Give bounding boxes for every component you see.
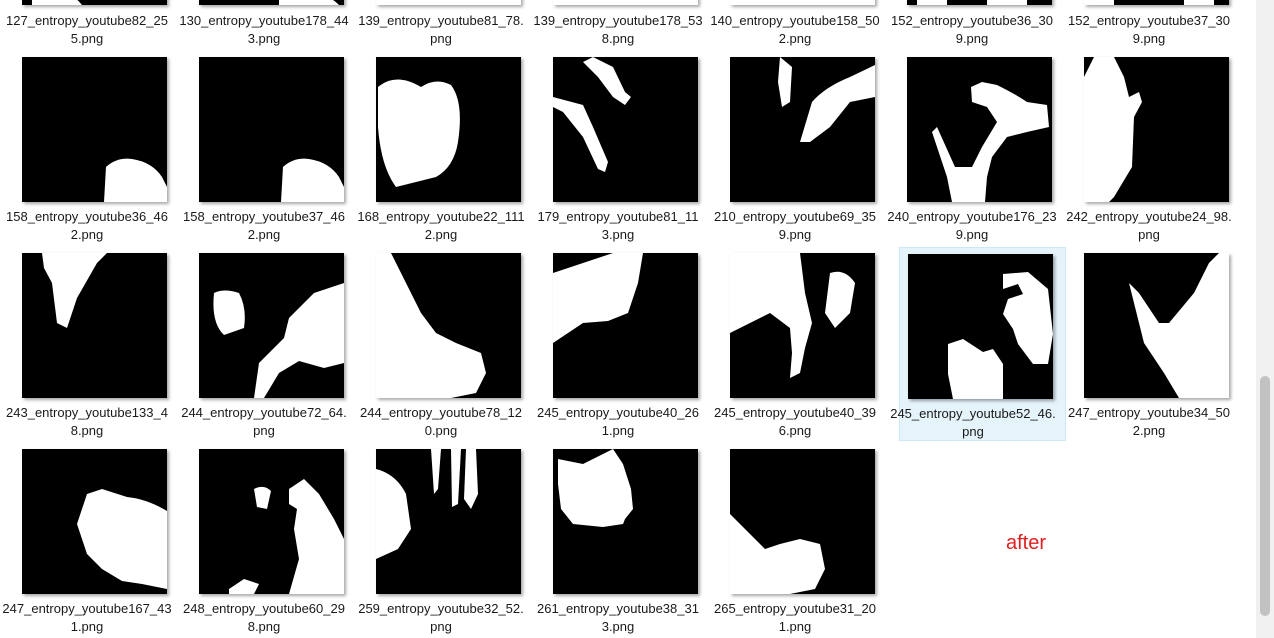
file-name: 168_entropy_youtube22_1112.png [357,209,525,242]
thumbnail [730,253,875,398]
file-item-selected[interactable]: 245_entropy_youtube52_46.png [890,247,1066,441]
file-name: 130_entropy_youtube178_443.png [179,13,349,46]
thumbnail [730,57,875,202]
file-item[interactable]: 179_entropy_youtube81_113.png [531,49,698,243]
thumbnail [22,0,167,5]
file-item[interactable]: 158_entropy_youtube36_462.png [0,49,168,243]
thumbnail [199,449,344,594]
file-name: 158_entropy_youtube37_462.png [183,209,345,242]
thumbnail [907,0,1052,5]
thumbnail [730,0,875,5]
file-name: 245_entropy_youtube40_396.png [714,405,876,438]
file-item[interactable]: 168_entropy_youtube22_1112.png [354,49,525,243]
file-item[interactable]: 242_entropy_youtube24_98.png [1062,49,1232,243]
thumbnail [553,57,698,202]
file-name: 261_entropy_youtube38_313.png [537,601,699,634]
thumbnail [199,0,344,5]
thumbnail [553,449,698,594]
file-item[interactable]: 248_entropy_youtube60_298.png [177,441,345,635]
file-name: 265_entropy_youtube31_201.png [714,601,876,634]
thumbnail [1084,253,1229,398]
file-name: 244_entropy_youtube78_120.png [360,405,522,438]
file-item[interactable]: 245_entropy_youtube40_396.png [708,245,876,439]
file-item[interactable]: 259_entropy_youtube32_52.png [354,441,524,635]
thumbnail [553,253,698,398]
file-name: 139_entropy_youtube81_78.png [358,13,524,46]
thumbnail [908,254,1053,399]
file-item[interactable]: 210_entropy_youtube69_359.png [708,49,876,243]
file-item[interactable]: 243_entropy_youtube133_48.png [0,245,168,439]
thumbnail [376,253,521,398]
file-name: 247_entropy_youtube167_431.png [2,601,172,634]
file-name: 139_entropy_youtube178_538.png [533,13,703,46]
file-name: 245_entropy_youtube40_261.png [537,405,699,438]
thumbnail [376,0,521,5]
file-name: 127_entropy_youtube82_255.png [6,13,168,46]
thumbnail [376,449,521,594]
file-name: 259_entropy_youtube32_52.png [358,601,524,634]
file-name: 243_entropy_youtube133_48.png [6,405,168,438]
file-name: 179_entropy_youtube81_113.png [537,209,699,242]
file-item[interactable]: 245_entropy_youtube40_261.png [531,245,699,439]
file-name: 152_entropy_youtube37_309.png [1068,13,1230,46]
file-name: 140_entropy_youtube158_502.png [710,13,880,46]
file-item[interactable]: 247_entropy_youtube34_502.png [1062,245,1230,439]
file-name: 242_entropy_youtube24_98.png [1066,209,1232,242]
file-name: 152_entropy_youtube36_309.png [891,13,1053,46]
thumbnail [1084,0,1229,5]
file-name: 245_entropy_youtube52_46.png [890,406,1056,439]
thumbnail [199,57,344,202]
file-name: 240_entropy_youtube176_239.png [887,209,1057,242]
file-item[interactable]: 158_entropy_youtube37_462.png [177,49,345,243]
thumbnail [22,253,167,398]
scrollbar-thumb[interactable] [1260,376,1270,616]
file-item[interactable]: 240_entropy_youtube176_239.png [885,49,1057,243]
file-item[interactable]: 244_entropy_youtube78_120.png [354,245,522,439]
file-item[interactable]: 247_entropy_youtube167_431.png [0,441,172,635]
annotation-text: after [1006,532,1047,554]
thumbnail [376,57,521,202]
thumbnail [1084,57,1229,202]
thumbnail [730,449,875,594]
file-name: 248_entropy_youtube60_298.png [183,601,345,634]
vertical-scrollbar[interactable] [1256,0,1274,638]
thumbnail [199,253,344,398]
file-name: 210_entropy_youtube69_359.png [714,209,876,242]
thumbnail [22,449,167,594]
file-name: 247_entropy_youtube34_502.png [1068,405,1230,438]
file-item[interactable]: 244_entropy_youtube72_64.png [177,245,347,439]
thumbnail [553,0,698,5]
file-grid: 127_entropy_youtube82_255.png 130_entrop… [0,0,1256,638]
file-name: 158_entropy_youtube36_462.png [6,209,168,242]
file-item[interactable]: 265_entropy_youtube31_201.png [708,441,876,635]
file-item[interactable]: 261_entropy_youtube38_313.png [531,441,699,635]
file-name: 244_entropy_youtube72_64.png [181,405,347,438]
thumbnail [22,57,167,202]
thumbnail [907,57,1052,202]
